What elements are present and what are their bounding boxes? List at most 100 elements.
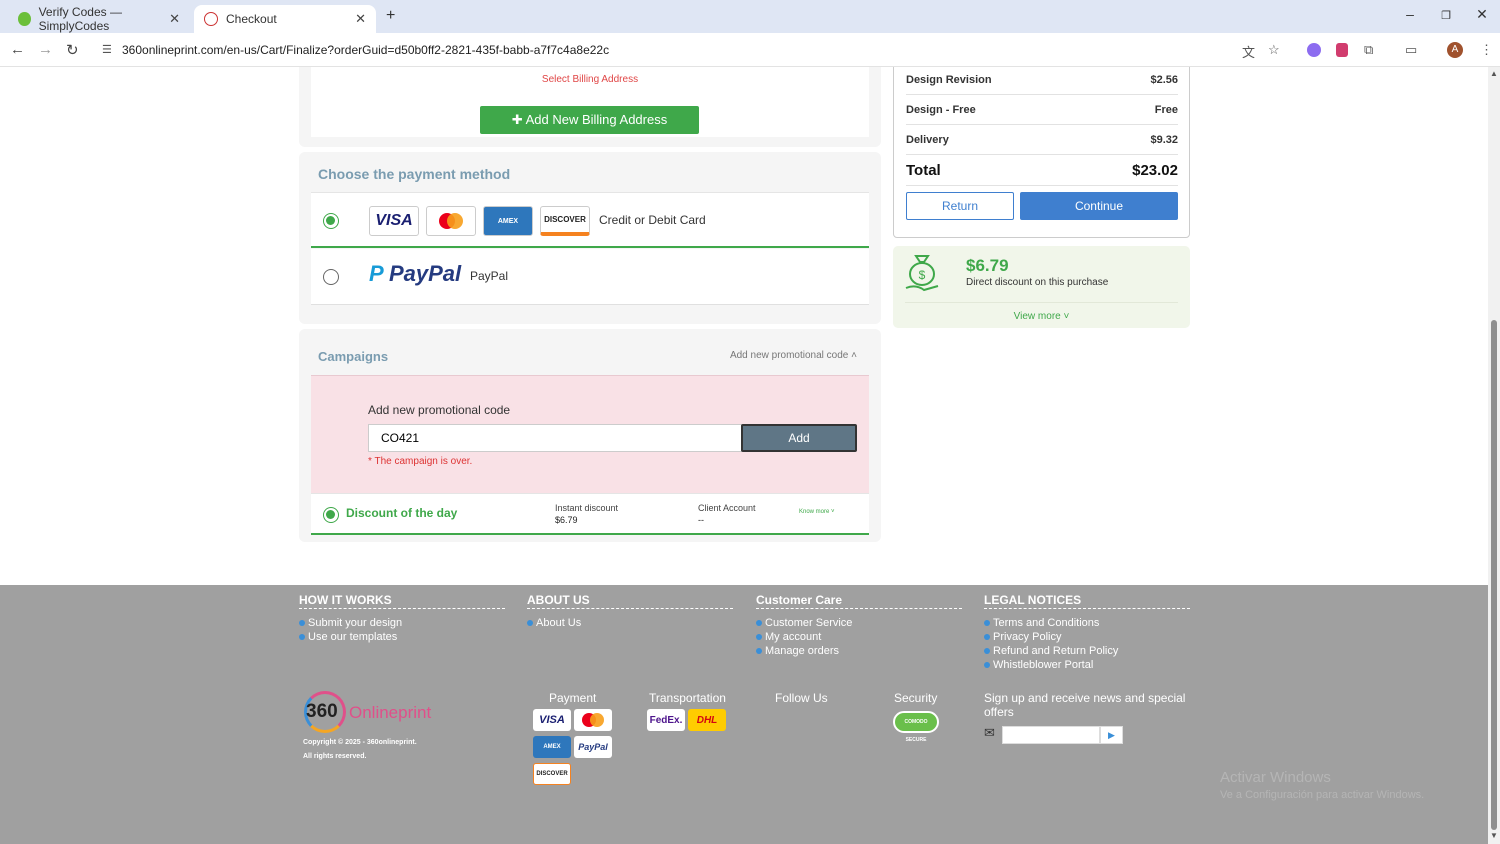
footer: HOW IT WORKS Submit your design Use our … — [0, 585, 1488, 844]
back-icon[interactable]: ← — [10, 41, 25, 58]
discount-amount: $6.79 — [966, 256, 1009, 275]
campaigns-title: Campaigns — [318, 349, 389, 364]
promo-code-input[interactable] — [368, 424, 742, 452]
discover-icon: DISCOVER — [533, 763, 571, 785]
close-tab-icon[interactable]: ✕ — [355, 11, 366, 27]
add-promo-toggle[interactable]: Add new promotional code ˄ — [730, 350, 857, 361]
close-tab-icon[interactable]: ✕ — [169, 11, 180, 27]
footer-link-privacy[interactable]: Privacy Policy — [984, 631, 1061, 643]
extensions-puzzle-icon[interactable]: ⧉ — [1364, 42, 1373, 58]
chevron-down-icon: ˅ — [831, 509, 835, 515]
bookmark-star-icon[interactable]: ☆ — [1268, 42, 1280, 58]
add-billing-address-button[interactable]: ✚ Add New Billing Address — [480, 106, 699, 134]
money-bag-icon: $ — [904, 252, 940, 301]
page-scrollbar[interactable]: ▲ ▼ — [1488, 67, 1500, 844]
translate-icon[interactable]: 文 — [1242, 42, 1255, 61]
summary-row-label: Design Revision — [906, 73, 992, 86]
direct-discount-box: $ $6.79 Direct discount on this purchase… — [893, 246, 1190, 328]
client-account-label: Client Account — [698, 503, 756, 513]
payment-option-paypal[interactable]: P PayPal PayPal — [311, 249, 869, 305]
site-logo[interactable]: 360 Onlineprint — [304, 691, 444, 735]
browser-tab-bar: Verify Codes — SimplyCodes ✕ Checkout ✕ … — [0, 0, 1500, 33]
discount-text: Direct discount on this purchase — [966, 277, 1109, 288]
side-panel-icon[interactable]: ▭ — [1405, 42, 1417, 58]
footer-link-refund[interactable]: Refund and Return Policy — [984, 645, 1118, 657]
visa-icon: VISA — [369, 206, 419, 236]
reload-icon[interactable]: ↻ — [66, 41, 79, 59]
billing-card: Select Billing Address ✚ Add New Billing… — [299, 67, 881, 147]
view-more-link[interactable]: View more ˅ — [893, 311, 1190, 322]
restore-icon[interactable]: ❐ — [1436, 9, 1456, 22]
newsletter-text: Sign up and receive news and special off… — [984, 691, 1186, 719]
security-heading: Security — [894, 691, 938, 705]
plus-icon: ✚ — [511, 112, 526, 127]
discount-radio[interactable] — [323, 507, 339, 523]
footer-about-title: ABOUT US — [527, 593, 733, 609]
add-promo-button[interactable]: Add — [741, 424, 857, 452]
tab-simplycodes[interactable]: Verify Codes — SimplyCodes ✕ — [8, 5, 190, 33]
dhl-icon: DHL — [688, 709, 726, 731]
extension-icon[interactable] — [1307, 43, 1321, 57]
chevron-down-icon: ˅ — [1063, 311, 1070, 322]
transportation-heading: Transportation — [649, 691, 726, 705]
minimize-icon[interactable]: – — [1400, 6, 1420, 22]
newsletter-submit-button[interactable]: ▶ — [1100, 726, 1123, 744]
summary-row-value: Free — [1154, 103, 1178, 116]
footer-link-whistleblower[interactable]: Whistleblower Portal — [984, 659, 1093, 671]
footer-link-manage-orders[interactable]: Manage orders — [756, 645, 839, 657]
footer-link-about[interactable]: About Us — [527, 617, 581, 629]
tab-label: Verify Codes — SimplyCodes — [38, 5, 122, 33]
windows-watermark-title: Activar Windows — [1220, 769, 1331, 786]
tab-checkout[interactable]: Checkout ✕ — [194, 5, 376, 33]
scroll-up-icon[interactable]: ▲ — [1490, 69, 1498, 78]
newsletter-email-input[interactable] — [1002, 726, 1100, 744]
profile-avatar[interactable]: A — [1447, 42, 1463, 58]
summary-row: Delivery $9.32 — [906, 125, 1178, 155]
tab-label: Checkout — [226, 12, 277, 26]
visa-icon: VISA — [533, 709, 571, 731]
footer-link-my-account[interactable]: My account — [756, 631, 821, 643]
shield-extension-icon[interactable] — [1336, 43, 1348, 57]
continue-button[interactable]: Continue — [1020, 192, 1178, 220]
campaigns-card: Campaigns Add new promotional code ˄ Add… — [299, 329, 881, 542]
envelope-icon: ✉ — [984, 725, 995, 740]
return-button[interactable]: Return — [906, 192, 1014, 220]
footer-link-customer-service[interactable]: Customer Service — [756, 617, 852, 629]
payment-method-title: Choose the payment method — [318, 166, 511, 182]
total-value: $23.02 — [1132, 162, 1178, 179]
payment-heading: Payment — [549, 691, 597, 705]
360-favicon — [204, 12, 218, 26]
footer-link-terms[interactable]: Terms and Conditions — [984, 617, 1099, 629]
know-more-label: Know more — [799, 509, 830, 515]
page-content: Select Billing Address ✚ Add New Billing… — [0, 67, 1488, 844]
footer-legal-title: LEGAL NOTICES — [984, 593, 1190, 609]
discount-title: Discount of the day — [346, 506, 458, 520]
paypal-icon: PayPal — [574, 736, 612, 758]
scroll-down-icon[interactable]: ▼ — [1490, 831, 1498, 840]
forward-icon[interactable]: → — [38, 41, 53, 58]
windows-watermark-text: Ve a Configuración para activar Windows. — [1220, 789, 1425, 801]
scrollbar-thumb[interactable] — [1491, 320, 1497, 830]
follow-us-heading: Follow Us — [775, 691, 828, 705]
paypal-radio[interactable] — [323, 269, 339, 285]
view-more-label: View more — [1013, 311, 1061, 322]
card-radio[interactable] — [323, 213, 339, 229]
site-info-icon[interactable]: ☰ — [102, 43, 112, 56]
summary-row-label: Delivery — [906, 133, 949, 146]
add-billing-address-label: Add New Billing Address — [525, 112, 668, 127]
url-field[interactable]: ☰ 360onlineprint.com/en-us/Cart/Finalize… — [94, 37, 1294, 63]
payment-option-card[interactable]: VISA AMEX DISCOVER Credit or Debit Card — [311, 192, 869, 248]
footer-how-title: HOW IT WORKS — [299, 593, 505, 609]
window-close-icon[interactable]: ✕ — [1472, 6, 1492, 23]
footer-link-templates[interactable]: Use our templates — [299, 631, 397, 643]
client-account-value: -- — [698, 515, 704, 525]
know-more-link[interactable]: Know more ˅ — [799, 509, 835, 515]
comodo-secure-badge: COMODO SECURE — [893, 711, 939, 743]
instant-discount-value: $6.79 — [555, 515, 578, 525]
menu-kebab-icon[interactable]: ⋮ — [1480, 42, 1493, 58]
new-tab-icon[interactable]: + — [386, 7, 395, 25]
footer-link-submit-design[interactable]: Submit your design — [299, 617, 402, 629]
discount-of-day-row[interactable]: Discount of the day Instant discount $6.… — [311, 493, 869, 535]
url-text: 360onlineprint.com/en-us/Cart/Finalize?o… — [122, 43, 610, 57]
summary-row-value: $2.56 — [1150, 73, 1178, 86]
